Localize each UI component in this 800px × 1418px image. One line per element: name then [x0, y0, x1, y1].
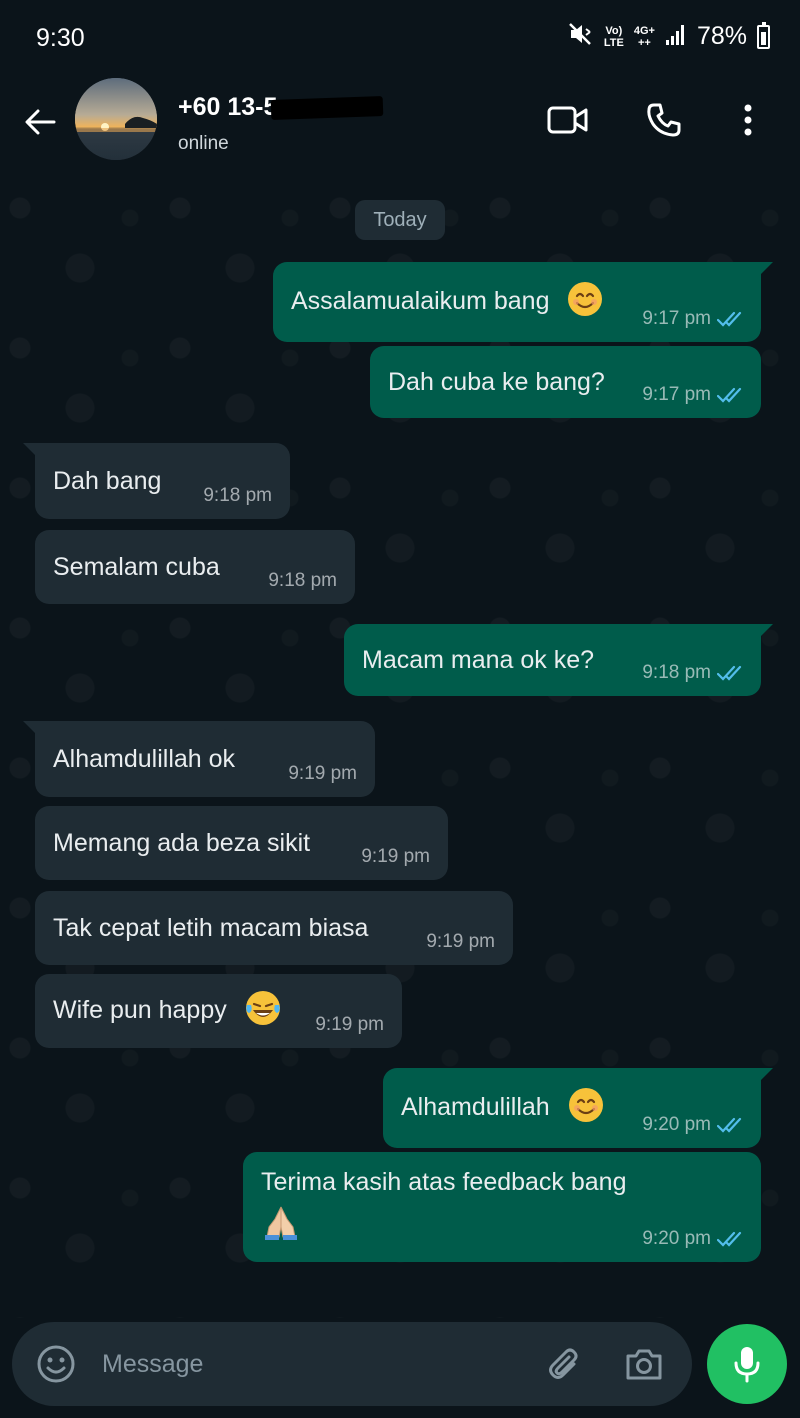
message-meta: 9:19 pm: [361, 846, 430, 868]
camera-button[interactable]: [622, 1342, 666, 1386]
network-4g-indicator: 4G+ ++: [634, 25, 655, 49]
message-list[interactable]: Today Assalamualaikum bang 9:17 pm Dah c…: [0, 178, 800, 1318]
paperclip-icon: [549, 1348, 578, 1379]
message-meta: 9:18 pm: [642, 662, 743, 684]
message-bubble-incoming[interactable]: Alhamdulillah ok 9:19 pm: [23, 721, 375, 797]
battery-percent: 78%: [696, 22, 747, 50]
message-meta: 9:19 pm: [288, 763, 357, 785]
message-bubble-incoming[interactable]: Semalam cuba 9:18 pm: [35, 530, 355, 604]
smiling-face-icon: [566, 280, 604, 325]
message-time: 9:19 pm: [361, 846, 430, 867]
message-time: 9:17 pm: [642, 308, 711, 329]
net4g-top: 4G+: [633, 24, 655, 37]
message-time: 9:19 pm: [288, 763, 357, 784]
message-meta: 9:17 pm: [642, 308, 743, 330]
more-options-button[interactable]: [726, 98, 770, 142]
message-text-content: Terima kasih atas feedback bang: [261, 1168, 627, 1196]
message-time: 9:20 pm: [642, 1114, 711, 1135]
contact-name-text: +60 13-5: [178, 93, 278, 121]
status-time: 9:30: [36, 24, 85, 52]
sunset-photo-icon: [75, 78, 157, 160]
emoji-icon: [37, 1345, 75, 1383]
message-bubble-outgoing[interactable]: Dah cuba ke bang? 9:17 pm: [370, 346, 761, 418]
tears-of-joy-icon: [244, 989, 282, 1034]
message-text: Assalamualaikum bang: [291, 280, 604, 325]
message-meta: 9:20 pm: [642, 1228, 743, 1250]
message-meta: 9:18 pm: [203, 485, 272, 507]
message-text-content: Assalamualaikum bang: [291, 286, 550, 315]
message-bubble-outgoing[interactable]: Terima kasih atas feedback bang 9:20 pm: [243, 1152, 761, 1262]
folded-hands-icon: [261, 1201, 627, 1246]
video-camera-icon: [547, 106, 588, 134]
double-check-icon: [717, 665, 742, 681]
message-meta: 9:19 pm: [426, 931, 495, 953]
message-text: Terima kasih atas feedback bang: [261, 1168, 627, 1246]
redaction-mark: [271, 96, 384, 121]
emoji-button[interactable]: [34, 1342, 78, 1386]
message-meta: 9:20 pm: [642, 1114, 743, 1136]
mute-icon: [568, 22, 594, 51]
message-text: Dah bang: [53, 466, 162, 495]
message-bubble-incoming[interactable]: Wife pun happy 9:19 pm: [35, 974, 402, 1048]
status-icons: Vo) LTE 4G+ ++ 78%: [568, 21, 770, 51]
message-time: 9:18 pm: [203, 485, 272, 506]
message-bubble-incoming[interactable]: Dah bang 9:18 pm: [23, 443, 290, 519]
message-text-content: Wife pun happy: [53, 995, 227, 1024]
microphone-icon: [734, 1347, 760, 1383]
phone-icon: [647, 103, 681, 137]
message-input[interactable]: [102, 1342, 522, 1386]
message-text: Wife pun happy: [53, 989, 282, 1034]
contact-name[interactable]: +60 13-5: [178, 93, 384, 122]
message-bubble-outgoing[interactable]: Macam mana ok ke? 9:18 pm: [344, 624, 773, 696]
message-meta: 9:17 pm: [642, 384, 743, 406]
message-text-content: Alhamdulillah: [401, 1092, 550, 1121]
more-vertical-icon: [744, 104, 752, 136]
message-time: 9:19 pm: [426, 931, 495, 952]
date-separator: Today: [355, 200, 445, 240]
attach-button[interactable]: [544, 1342, 588, 1386]
message-time: 9:19 pm: [315, 1014, 384, 1035]
message-bubble-outgoing[interactable]: Assalamualaikum bang 9:17 pm: [273, 262, 773, 342]
message-bubble-incoming[interactable]: Memang ada beza sikit 9:19 pm: [35, 806, 448, 880]
double-check-icon: [717, 387, 742, 403]
message-text: Semalam cuba: [53, 552, 220, 581]
signal-icon: [665, 22, 687, 51]
message-bubble-outgoing[interactable]: Alhamdulillah 9:20 pm: [383, 1068, 773, 1148]
message-text: Tak cepat letih macam biasa: [53, 913, 369, 942]
back-button[interactable]: [18, 100, 62, 144]
volte-indicator: Vo) LTE: [604, 25, 624, 49]
camera-icon: [626, 1349, 662, 1380]
message-text: Alhamdulillah ok: [53, 744, 236, 773]
message-text: Macam mana ok ke?: [362, 645, 595, 674]
message-time: 9:18 pm: [268, 570, 337, 591]
message-composer: [12, 1322, 692, 1406]
whatsapp-chat-screen: 9:30 Vo) LTE 4G+ ++ 78% +60 13-5 online …: [0, 0, 800, 1418]
arrow-left-icon: [25, 109, 56, 135]
double-check-icon: [717, 1231, 742, 1247]
video-call-button[interactable]: [546, 98, 590, 142]
status-bar: 9:30 Vo) LTE 4G+ ++ 78%: [0, 0, 800, 78]
chat-header: +60 13-5 online: [0, 78, 800, 178]
message-text: Memang ada beza sikit: [53, 828, 311, 857]
double-check-icon: [717, 1117, 742, 1133]
message-time: 9:17 pm: [642, 384, 711, 405]
message-meta: 9:19 pm: [315, 1014, 384, 1036]
battery-icon: [757, 21, 770, 49]
message-text: Dah cuba ke bang?: [388, 367, 605, 396]
net4g-bottom: ++: [637, 36, 651, 49]
message-bubble-incoming[interactable]: Tak cepat letih macam biasa 9:19 pm: [35, 891, 513, 965]
double-check-icon: [717, 311, 742, 327]
contact-status: online: [178, 133, 229, 154]
volte-top: Vo): [605, 24, 623, 37]
smiling-face-icon: [567, 1086, 605, 1131]
voice-message-button[interactable]: [707, 1324, 787, 1404]
message-time: 9:18 pm: [642, 662, 711, 683]
message-meta: 9:18 pm: [268, 570, 337, 592]
volte-bottom: LTE: [603, 36, 624, 49]
message-time: 9:20 pm: [642, 1228, 711, 1249]
contact-avatar[interactable]: [75, 78, 157, 160]
message-text: Alhamdulillah: [401, 1086, 605, 1131]
voice-call-button[interactable]: [642, 98, 686, 142]
